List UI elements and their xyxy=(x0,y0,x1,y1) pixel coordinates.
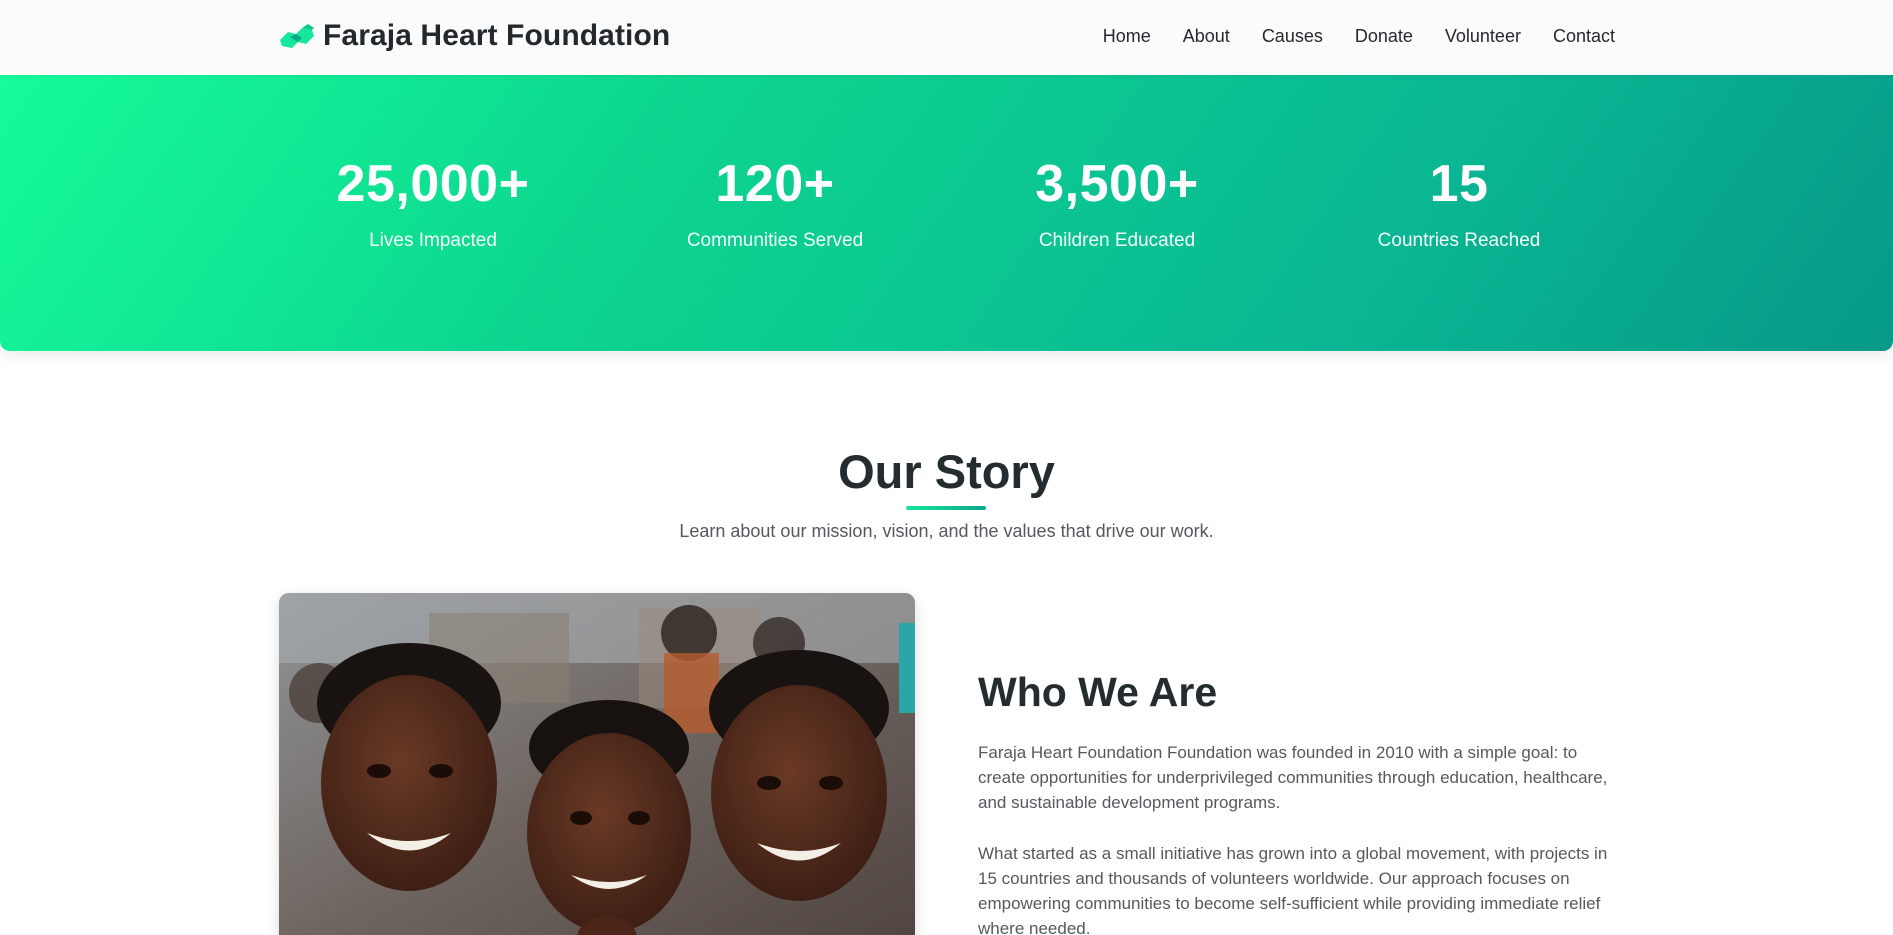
handshake-icon xyxy=(280,24,314,48)
brand-name: Faraja Heart Foundation xyxy=(323,19,671,52)
section-title: Our Story xyxy=(838,445,1055,498)
stat-label: Countries Reached xyxy=(1377,230,1541,251)
stat-label: Communities Served xyxy=(686,230,864,251)
nav-home-link[interactable]: Home xyxy=(1103,22,1151,50)
stat-value: 25,000+ xyxy=(336,155,530,213)
stat-value: 15 xyxy=(1429,155,1489,213)
nav-volunteer-link[interactable]: Volunteer xyxy=(1445,22,1521,50)
children-smiling-photo xyxy=(279,593,915,935)
stat-communities-served: 120+ Communities Served xyxy=(625,155,925,253)
who-we-are-paragraph: What started as a small initiative has g… xyxy=(978,844,1608,935)
stat-children-educated: 3,500+ Children Educated xyxy=(967,155,1267,253)
stat-countries-reached: 15 Countries Reached xyxy=(1309,155,1609,253)
nav-donate-link[interactable]: Donate xyxy=(1355,22,1413,50)
stat-lives-impacted: 25,000+ Lives Impacted xyxy=(283,155,583,253)
stat-value: 120+ xyxy=(715,155,835,213)
nav-contact-link[interactable]: Contact xyxy=(1553,22,1615,50)
brand-logo[interactable]: Faraja Heart Foundation xyxy=(278,16,670,56)
nav-about-link[interactable]: About xyxy=(1183,22,1230,50)
stat-label: Children Educated xyxy=(1038,230,1196,251)
who-we-are-paragraph: Faraja Heart Foundation Foundation was f… xyxy=(978,743,1608,812)
title-underline xyxy=(906,506,986,510)
stat-label: Lives Impacted xyxy=(369,230,497,251)
stat-value: 3,500+ xyxy=(1035,155,1199,213)
impact-stats-band: 25,000+ Lives Impacted 120+ Communities … xyxy=(0,75,1893,351)
who-we-are-title: Who We Are xyxy=(978,669,1218,715)
section-subtitle: Learn about our mission, vision, and the… xyxy=(679,521,1214,541)
main-nav: Home About Causes Donate Volunteer Conta… xyxy=(1103,22,1615,50)
site-header: Faraja Heart Foundation Home About Cause… xyxy=(0,0,1893,75)
nav-causes-link[interactable]: Causes xyxy=(1262,22,1323,50)
